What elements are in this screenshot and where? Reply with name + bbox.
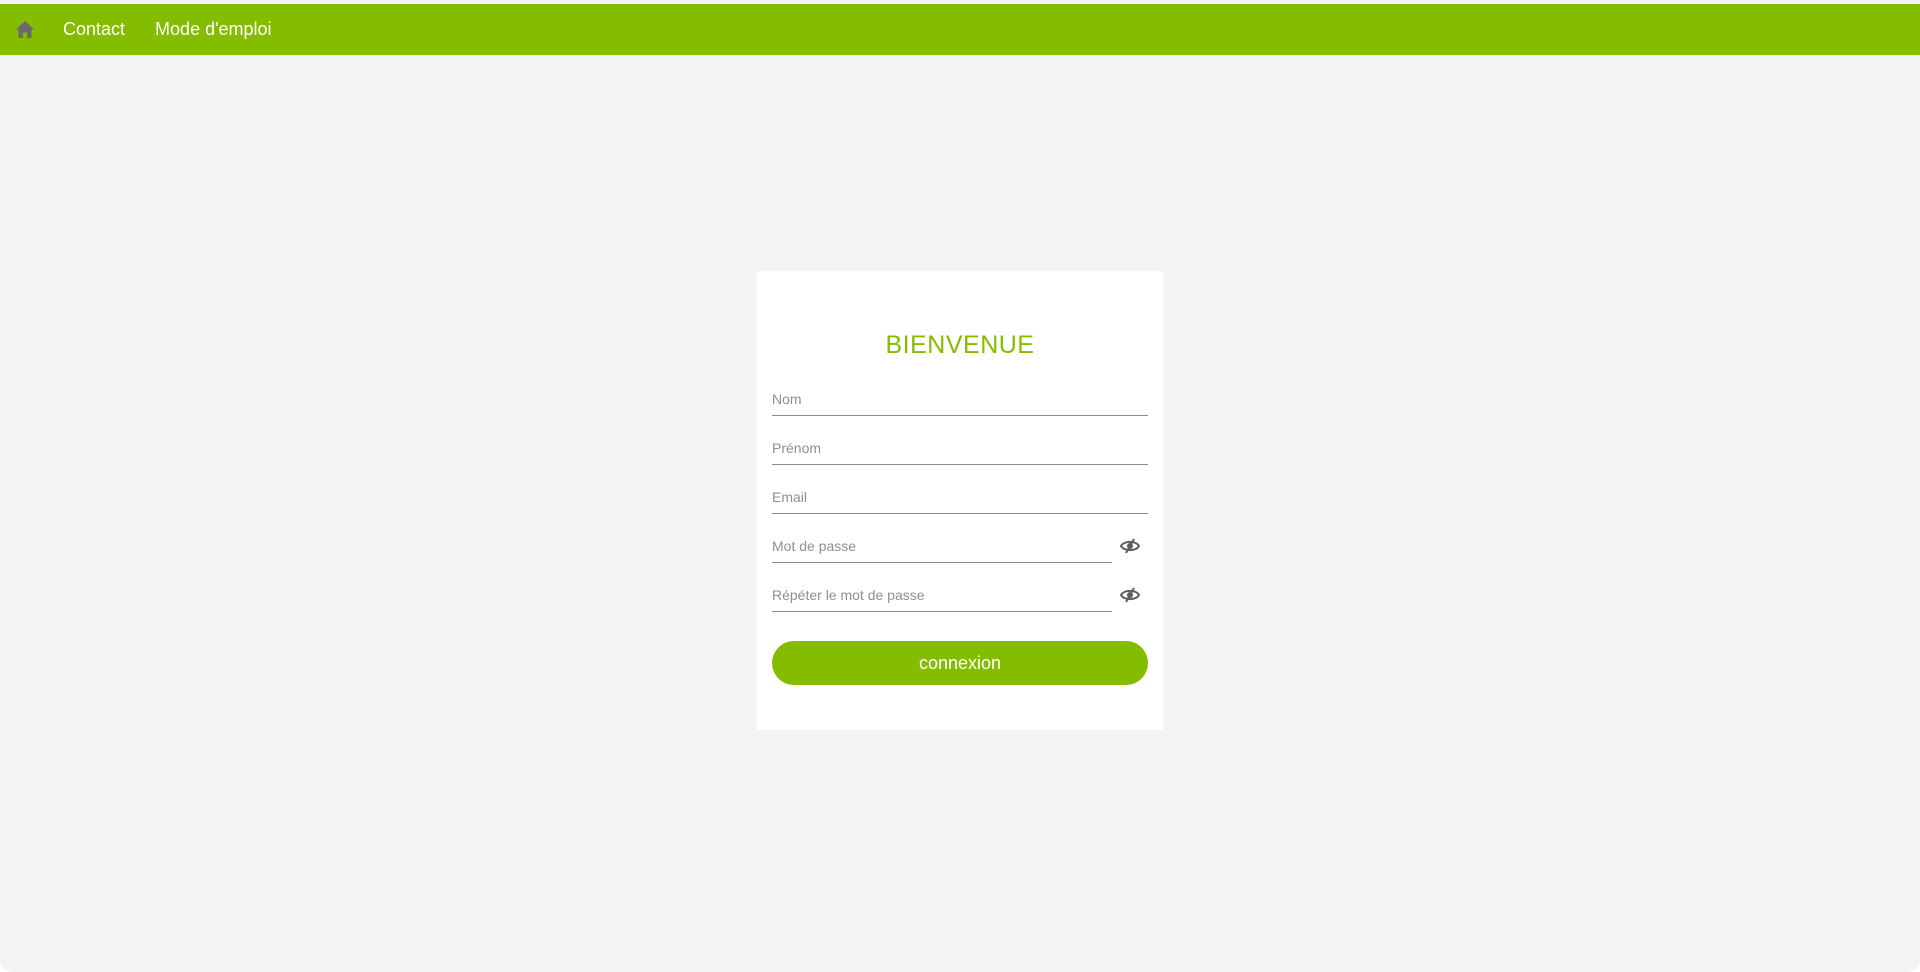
nom-input[interactable] — [772, 385, 1148, 413]
email-field — [772, 483, 1148, 514]
nav-link-mode-emploi[interactable]: Mode d'emploi — [155, 19, 272, 40]
app-viewport: Contact Mode d'emploi BIENVENUE Nom Prén… — [0, 0, 1920, 972]
nav-link-contact[interactable]: Contact — [63, 19, 125, 40]
email-input[interactable] — [772, 483, 1148, 511]
eye-slash-icon[interactable] — [1119, 537, 1141, 555]
password-input[interactable] — [772, 532, 1112, 560]
nom-field — [772, 385, 1148, 416]
password-repeat-field — [772, 581, 1112, 612]
prenom-field — [772, 434, 1148, 465]
welcome-title: BIENVENUE — [885, 331, 1035, 359]
eye-slash-icon[interactable] — [1119, 586, 1141, 604]
home-button[interactable] — [12, 17, 38, 43]
top-navbar: Contact Mode d'emploi — [0, 4, 1920, 55]
password-field — [772, 532, 1112, 563]
signup-card: BIENVENUE connexion — [757, 271, 1163, 730]
password-repeat-input[interactable] — [772, 581, 1112, 609]
prenom-input[interactable] — [772, 434, 1148, 462]
home-icon — [16, 21, 34, 38]
connexion-button[interactable]: connexion — [772, 641, 1148, 685]
